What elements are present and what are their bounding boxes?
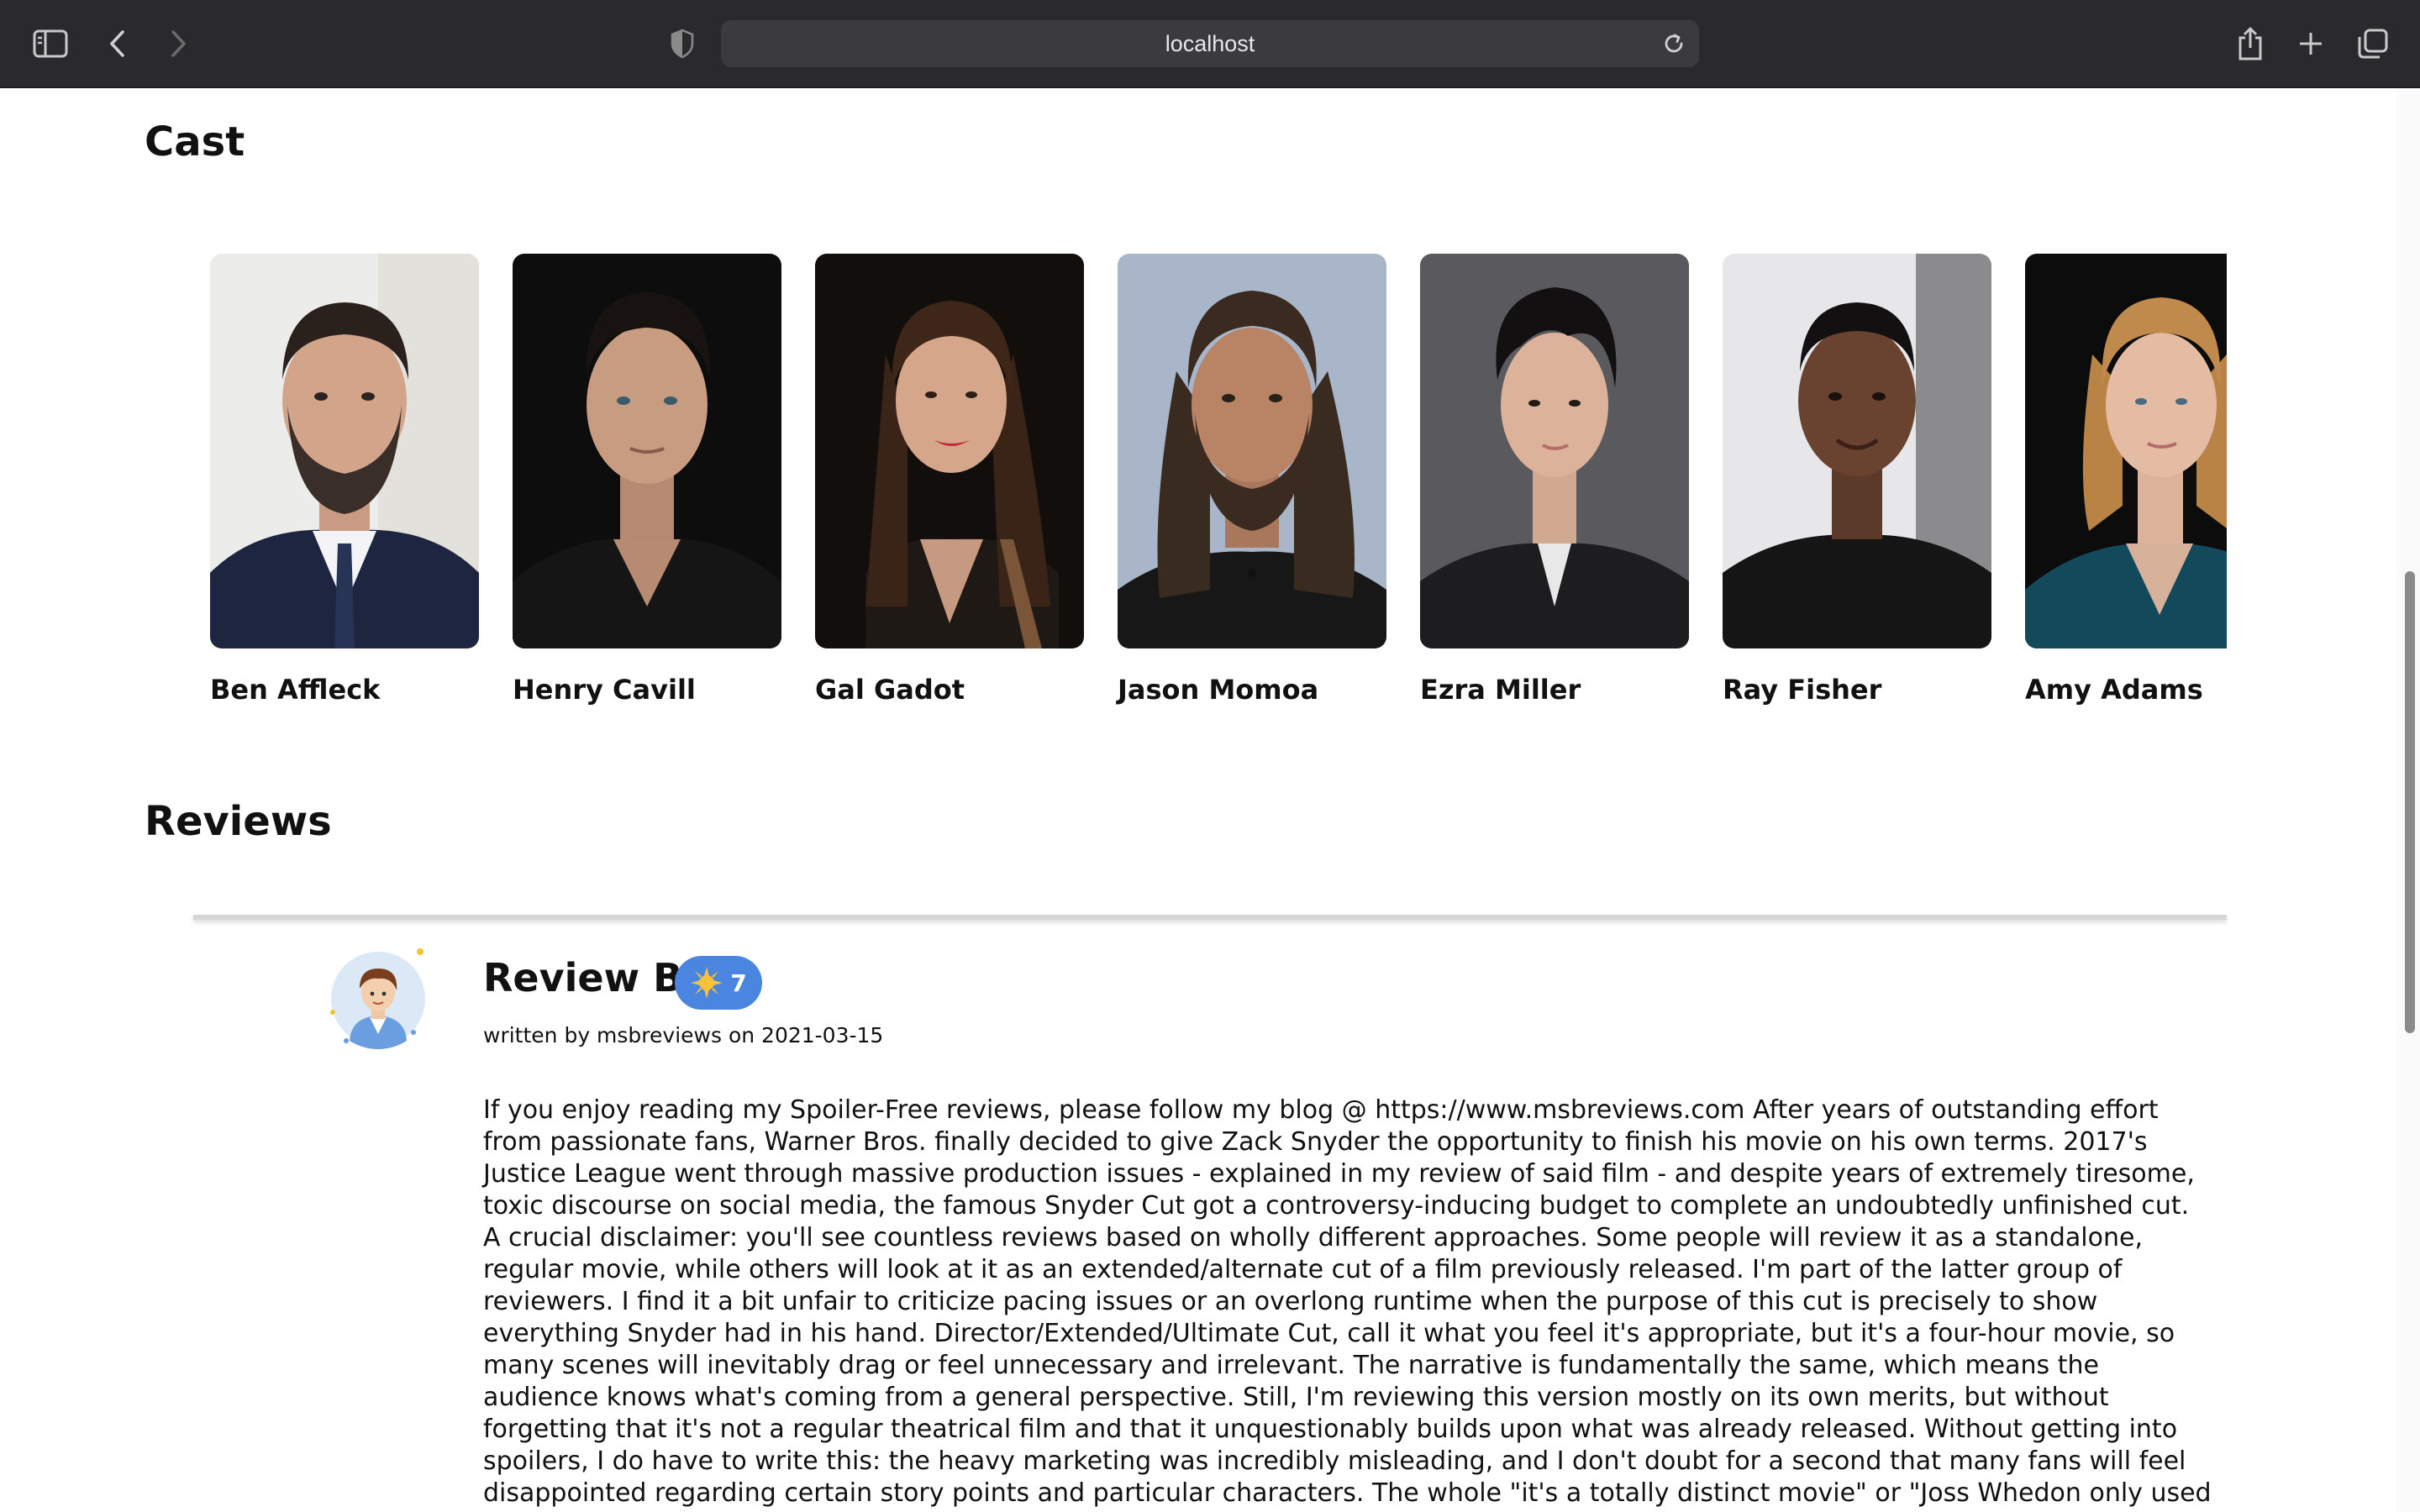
- chevron-left-icon: [110, 30, 124, 57]
- forward-button[interactable]: [155, 22, 202, 66]
- cast-name: Ben Affleck: [210, 674, 381, 706]
- share-button[interactable]: [2227, 22, 2274, 66]
- plus-icon: [2300, 33, 2322, 55]
- scrollbar-thumb[interactable]: [2405, 571, 2415, 1033]
- cast-card[interactable]: Jason Momoa: [1118, 254, 1386, 706]
- address-bar[interactable]: localhost: [721, 20, 1699, 67]
- cast-card[interactable]: Ben Affleck: [210, 254, 479, 706]
- privacy-shield-button[interactable]: [659, 22, 706, 66]
- cast-card[interactable]: Gal Gadot: [815, 254, 1084, 706]
- shield-icon: [671, 29, 694, 59]
- new-tab-button[interactable]: [2287, 22, 2334, 66]
- cast-name: Amy Adams: [2025, 674, 2203, 706]
- rating-badge: 7: [675, 956, 762, 1010]
- cast-name: Jason Momoa: [1118, 674, 1319, 706]
- cast-card[interactable]: Ezra Miller: [1420, 254, 1689, 706]
- review-divider: [193, 915, 2227, 920]
- cast-card[interactable]: Henry Cavill: [513, 254, 781, 706]
- sidebar-toggle-button[interactable]: [27, 22, 74, 66]
- review-title: Review By: [483, 955, 708, 1000]
- cast-name: Gal Gadot: [815, 674, 965, 706]
- reviews-heading: Reviews: [145, 798, 332, 845]
- cast-card[interactable]: Amy Adams: [2025, 254, 2227, 706]
- cast-name: Henry Cavill: [513, 674, 696, 706]
- cast-photo: [2025, 254, 2227, 648]
- browser-toolbar: localhost: [0, 0, 2420, 88]
- cast-photo: [1118, 254, 1386, 648]
- cast-photo: [815, 254, 1084, 648]
- chevron-right-icon: [171, 30, 186, 57]
- cast-photo: [513, 254, 781, 648]
- cast-name: Ezra Miller: [1420, 674, 1581, 706]
- cast-name: Ray Fisher: [1723, 674, 1882, 706]
- reload-icon[interactable]: [1660, 30, 1687, 57]
- cast-photo: [1723, 254, 1991, 648]
- cast-card[interactable]: Ray Fisher: [1723, 254, 1991, 706]
- star-icon: [691, 967, 723, 999]
- review-body: If you enjoy reading my Spoiler-Free rev…: [483, 1095, 2212, 1512]
- review-meta: written by msbreviews on 2021-03-15: [483, 1023, 884, 1047]
- cast-photo: [1420, 254, 1689, 648]
- tabs-icon: [2358, 29, 2388, 59]
- cast-photo: [210, 254, 479, 648]
- page-content: Cast Ben Affleck Henry Cavill Gal Gadot …: [0, 88, 2420, 1512]
- url-text: localhost: [1165, 31, 1255, 56]
- sidebar-icon: [33, 29, 68, 58]
- cast-carousel[interactable]: Ben Affleck Henry Cavill Gal Gadot Jason…: [210, 254, 2227, 724]
- cast-heading: Cast: [145, 118, 245, 165]
- avatar: [330, 948, 425, 1049]
- share-icon: [2238, 27, 2262, 60]
- back-button[interactable]: [94, 22, 141, 66]
- rating-value: 7: [730, 969, 747, 997]
- tab-overview-button[interactable]: [2349, 22, 2396, 66]
